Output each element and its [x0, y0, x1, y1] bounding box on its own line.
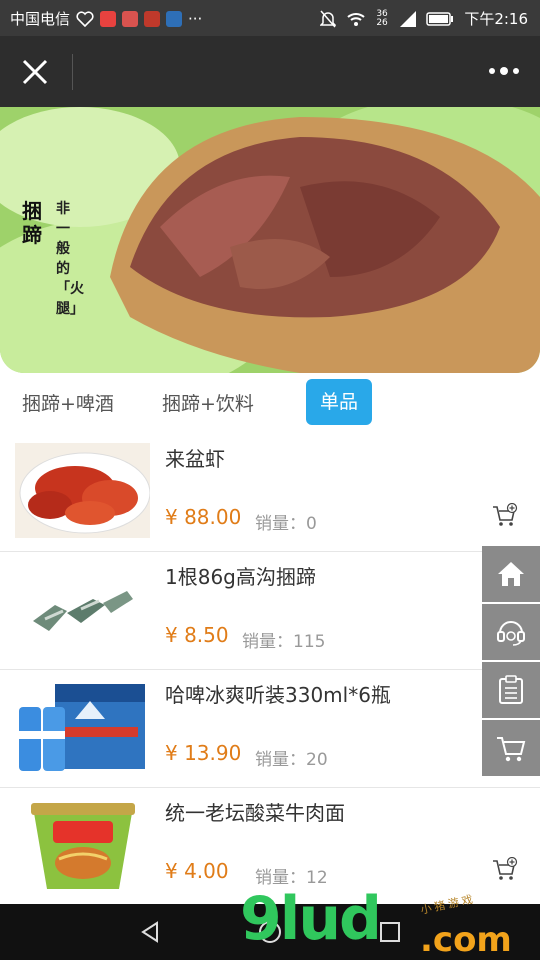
product-image-crayfish	[15, 443, 150, 538]
title-divider	[72, 54, 73, 90]
product-row[interactable]: 1根86g高沟捆蹄 ¥ 8.50 销量：115	[0, 551, 540, 670]
add-to-cart-icon[interactable]	[492, 503, 518, 529]
heart-rate-icon	[76, 10, 94, 27]
tab-bundle-drink[interactable]: 捆蹄+饮料	[162, 389, 254, 419]
tab-bundle-beer[interactable]: 捆蹄+啤酒	[22, 389, 114, 419]
product-image-kunti	[15, 561, 150, 656]
clipboard-icon	[499, 675, 523, 704]
add-to-cart-icon[interactable]	[492, 857, 518, 883]
product-name: 统一老坛酸菜牛肉面	[165, 801, 345, 825]
close-icon[interactable]	[20, 57, 50, 87]
banner-slogan: 非一般的「火腿」	[56, 201, 84, 317]
promo-banner[interactable]: 捆蹄 非一般的「火腿」	[0, 107, 540, 373]
cart-button[interactable]	[482, 720, 540, 776]
floating-side-nav	[482, 546, 540, 778]
watermark-logo: 9lud	[240, 884, 382, 954]
orders-button[interactable]	[482, 662, 540, 718]
location-app-icon	[122, 10, 139, 27]
mute-icon	[320, 10, 337, 27]
banner-image	[0, 107, 540, 373]
more-options-icon[interactable]	[488, 62, 520, 80]
battery-icon	[426, 11, 454, 26]
product-price: ¥ 13.90	[165, 741, 242, 765]
product-sales: 销量：20	[255, 745, 328, 770]
home-icon	[498, 562, 524, 586]
product-sales: 销量：115	[242, 627, 325, 652]
book-app-icon	[166, 10, 183, 27]
sales-count: 20	[306, 750, 328, 770]
signal-icon	[400, 10, 417, 27]
product-row[interactable]: 哈啤冰爽听装330ml*6瓶 ¥ 13.90 销量：20	[0, 669, 540, 788]
title-bar	[0, 36, 540, 107]
clock: 下午2:16	[464, 10, 528, 28]
carrier-label: 中国电信	[10, 10, 71, 28]
sales-label: 销量：	[242, 632, 293, 652]
wifi-icon	[347, 12, 365, 26]
product-price: ¥ 8.50	[165, 623, 229, 647]
huawei-app-icon	[144, 10, 161, 27]
status-bar: 中国电信 ··· 36 26 下午2:16	[0, 0, 540, 36]
product-price: ¥ 88.00	[165, 505, 242, 529]
product-image-harbin-beer	[15, 679, 150, 774]
product-image-noodles	[15, 797, 150, 892]
more-notifications-icon: ···	[188, 9, 203, 28]
sales-count: 115	[293, 632, 326, 652]
product-row[interactable]: 来盆虾 ¥ 88.00 销量：0	[0, 433, 540, 552]
sales-label: 销量：	[255, 750, 306, 770]
product-name: 哈啤冰爽听装330ml*6瓶	[165, 683, 391, 707]
product-price: ¥ 4.00	[165, 859, 229, 883]
recents-icon[interactable]	[378, 920, 402, 944]
sales-count: 0	[306, 514, 317, 534]
headset-icon	[497, 621, 525, 646]
category-tabs: 捆蹄+啤酒 捆蹄+饮料 单品	[0, 373, 540, 433]
back-icon[interactable]	[138, 920, 162, 944]
sales-label: 销量：	[255, 514, 306, 534]
cart-icon	[497, 737, 526, 762]
network-type-label: 36 26	[376, 8, 388, 28]
watermark-domain: .com	[420, 920, 512, 960]
product-name: 来盆虾	[165, 447, 225, 471]
customer-service-button[interactable]	[482, 604, 540, 660]
banner-vertical-title: 捆蹄	[22, 199, 42, 247]
home-button[interactable]	[482, 546, 540, 602]
product-name: 1根86g高沟捆蹄	[165, 565, 316, 589]
product-sales: 销量：0	[255, 509, 317, 534]
tab-single-items[interactable]: 单品	[306, 379, 373, 425]
weibo-icon	[100, 10, 117, 27]
